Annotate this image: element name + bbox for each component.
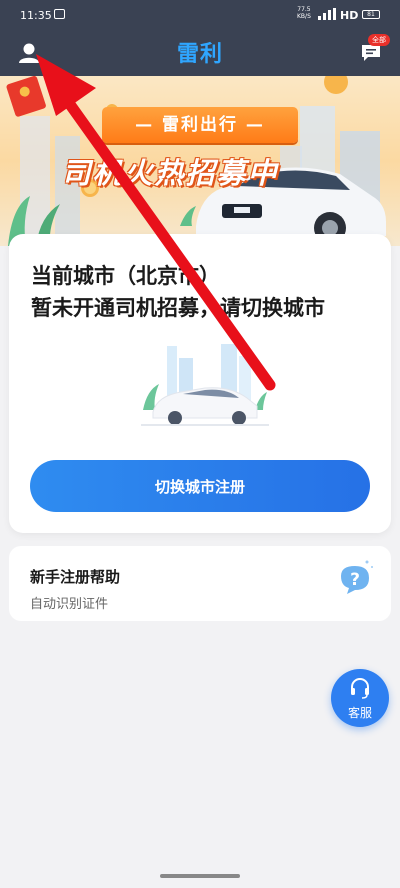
switch-city-register-button[interactable]: 切换城市注册 [30,460,370,512]
network-type: HD [340,9,359,22]
message-badge: 全部 [368,34,390,46]
help-subtitle: 自动识别证件 [30,597,109,612]
home-indicator[interactable] [160,874,240,878]
banner-headline: 司机火热招募中 [61,156,279,190]
question-bubble-icon: ? [341,560,373,594]
app-logo: 雷利 [176,41,223,67]
recruitment-banner[interactable]: — 雷利出行 — 司机火热招募中 [0,76,400,246]
battery-icon: 81 [362,10,380,19]
current-city-text: 当前城市（北京市） [31,264,220,288]
customer-service-label: 客服 [347,706,372,720]
signal-icon [318,8,336,20]
status-time: 11:35 [20,9,52,22]
network-speed-unit: KB/S [297,13,311,20]
headset-icon [351,678,369,699]
notification-icon [54,9,65,19]
banner-tag: — 雷利出行 — [102,107,298,143]
network-speed-value: 77.5 [297,6,311,13]
app-header: 11:35 77.5 KB/S HD 81 雷利 全部 [0,0,400,76]
customer-service-button[interactable]: 客服 [331,669,389,727]
network-speed: 77.5 KB/S [297,6,311,20]
svg-text:?: ? [350,570,360,590]
status-bar: 11:35 77.5 KB/S HD 81 [0,0,400,30]
city-status-card: 当前城市（北京市） 暂未开通司机招募，请切换城市 切换城市注册 [9,234,391,533]
help-title: 新手注册帮助 [30,568,121,586]
registration-help-card[interactable]: 新手注册帮助 自动识别证件 ? [9,546,391,621]
recruitment-unavailable-text: 暂未开通司机招募，请切换城市 [31,296,325,320]
car-city-illustration [141,344,269,426]
